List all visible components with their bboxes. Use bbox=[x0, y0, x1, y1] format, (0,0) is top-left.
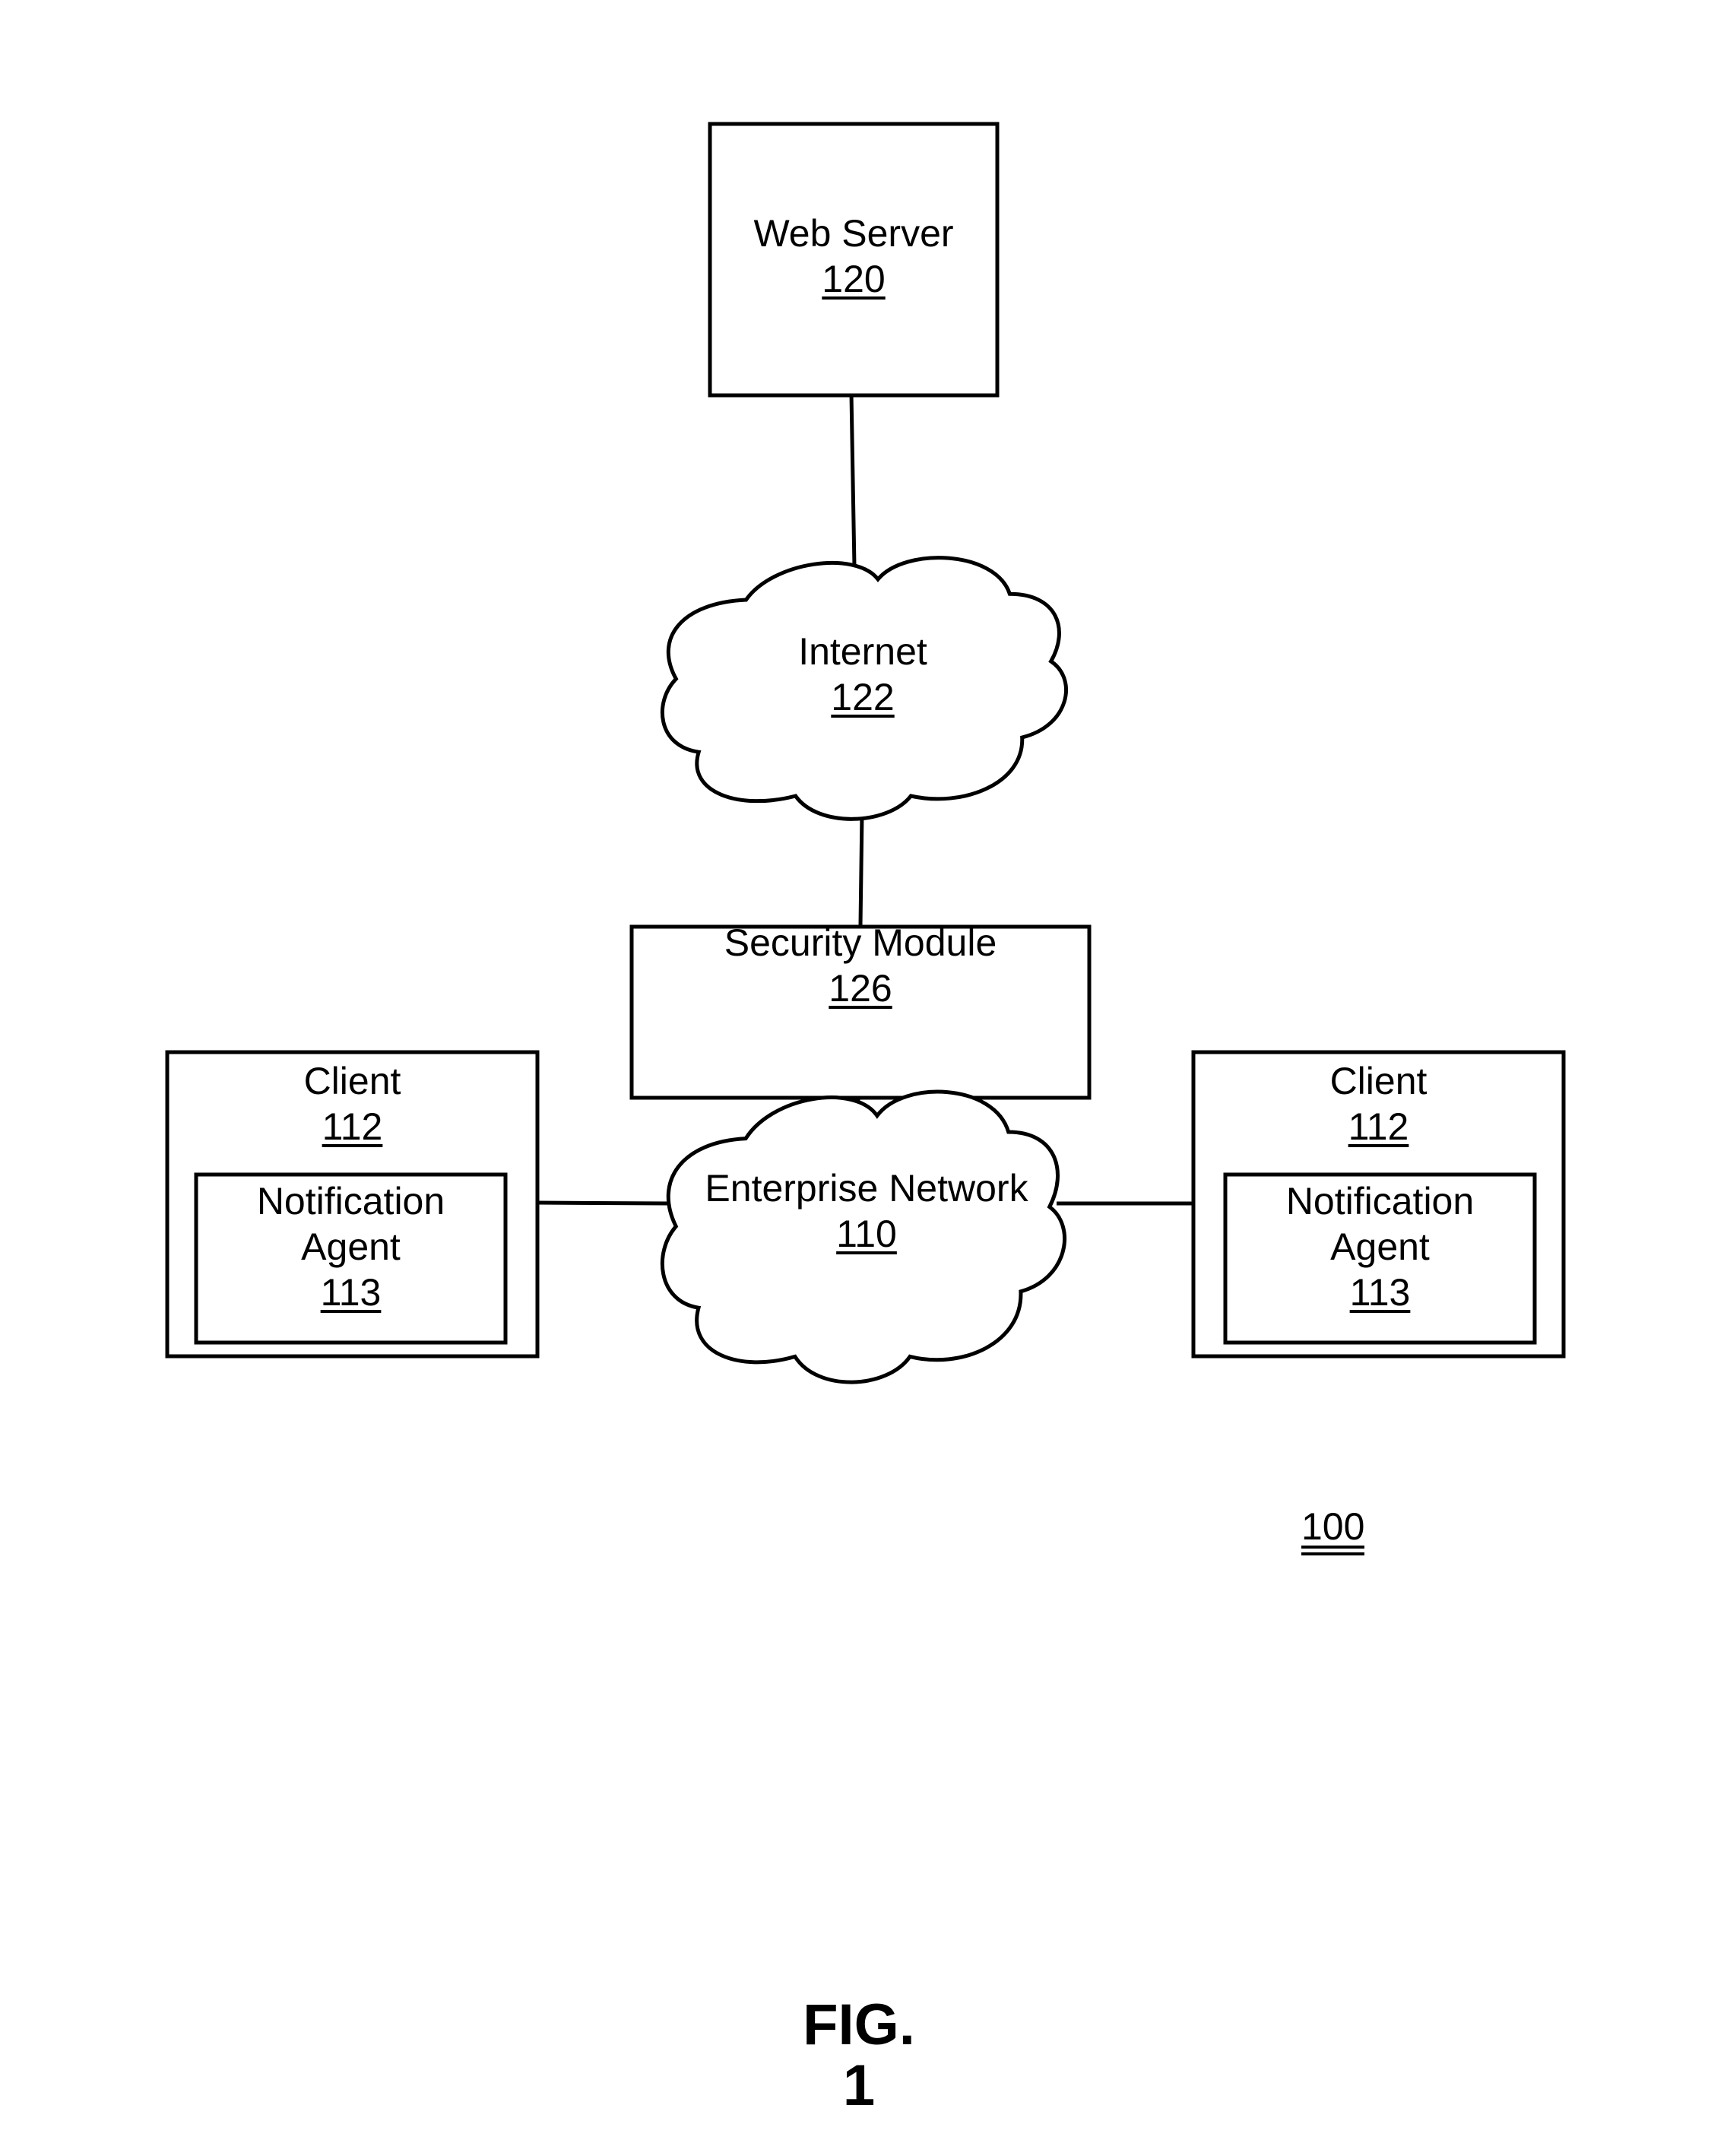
security-module-ref: 126 bbox=[829, 967, 892, 1010]
client-right-title: Client bbox=[1329, 1060, 1428, 1102]
system-reference-number: 100 bbox=[1301, 1508, 1365, 1555]
notification-agent-right-ref: 113 bbox=[1349, 1271, 1411, 1314]
notification-agent-right-title-2: Agent bbox=[1330, 1225, 1430, 1268]
security-module-title: Security Module bbox=[724, 921, 997, 964]
web-server-title: Web Server bbox=[753, 212, 954, 255]
internet-title: Internet bbox=[798, 630, 927, 673]
web-server-label: Web Server 120 bbox=[710, 211, 997, 302]
security-module-label: Security Module 126 bbox=[632, 920, 1089, 1011]
notification-agent-left-title-2: Agent bbox=[301, 1225, 401, 1268]
enterprise-network-title: Enterprise Network bbox=[705, 1167, 1028, 1210]
enterprise-network-label: Enterprise Network 110 bbox=[673, 1165, 1060, 1257]
client-left-title: Client bbox=[303, 1060, 401, 1102]
notification-agent-left-ref: 113 bbox=[320, 1271, 382, 1314]
system-reference-label: 100 bbox=[1301, 1504, 1365, 1555]
edge-webserver-internet bbox=[849, 393, 857, 567]
client-left-label: Client 112 bbox=[167, 1058, 537, 1149]
web-server-ref: 120 bbox=[822, 258, 886, 300]
client-right-label: Client 112 bbox=[1193, 1058, 1564, 1149]
internet-ref: 122 bbox=[831, 676, 895, 718]
client-right-ref: 112 bbox=[1348, 1105, 1409, 1148]
client-left-ref: 112 bbox=[322, 1105, 383, 1148]
edge-internet-security bbox=[858, 813, 864, 926]
enterprise-network-ref: 110 bbox=[836, 1213, 897, 1255]
internet-label: Internet 122 bbox=[711, 629, 1015, 720]
notification-agent-left-title-1: Notification bbox=[256, 1180, 445, 1222]
notification-agent-right-label: Notification Agent 113 bbox=[1225, 1178, 1535, 1315]
notification-agent-left-label: Notification Agent 113 bbox=[196, 1178, 505, 1315]
figure-caption: FIG. 1 bbox=[803, 1993, 915, 2118]
notification-agent-right-title-1: Notification bbox=[1285, 1180, 1475, 1222]
